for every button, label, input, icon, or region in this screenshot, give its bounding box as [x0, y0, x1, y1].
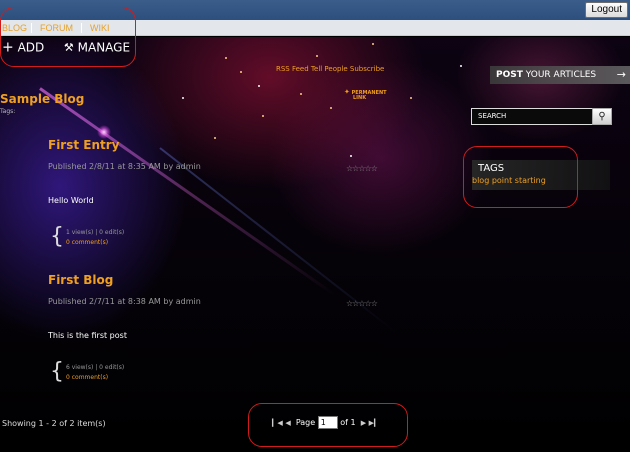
blog-tags-label: Tags: — [0, 108, 16, 115]
rating-stars[interactable]: ☆☆☆☆☆ — [346, 299, 378, 308]
rss-feed-link[interactable]: RSS Feed — [276, 65, 309, 73]
entry-meta: Published 2/8/11 at 8:35 AM by admin — [48, 162, 201, 171]
tell-people-link[interactable]: Tell People — [311, 65, 348, 73]
permanent-link[interactable]: ✦ PERMANENT LINK — [344, 89, 387, 101]
entry-stats: 6 view(s) | 0 edit(s) — [66, 364, 125, 371]
post-label-bold: POST — [496, 70, 523, 80]
background-flare — [97, 125, 111, 139]
background-star — [350, 155, 352, 157]
brace-icon: { — [50, 224, 64, 249]
entry-comments-link[interactable]: 0 comment(s) — [66, 239, 108, 246]
magnifier-icon: ⚲ — [598, 111, 606, 122]
entry-title[interactable]: First Entry — [48, 138, 120, 152]
background-star — [330, 107, 332, 109]
rating-stars[interactable]: ☆☆☆☆☆ — [346, 164, 378, 173]
entry-comments-link[interactable]: 0 comment(s) — [66, 374, 108, 381]
background-star — [262, 115, 264, 117]
annotation-outline — [463, 146, 578, 208]
annotation-outline — [0, 7, 136, 67]
entry-body: Hello World — [48, 196, 94, 205]
background-star — [182, 97, 184, 99]
background-star — [225, 57, 227, 59]
logout-button[interactable]: Logout — [585, 2, 628, 18]
background-star — [410, 97, 412, 99]
item-count: Showing 1 - 2 of 2 item(s) — [2, 419, 106, 428]
entry-stats: 1 view(s) | 0 edit(s) — [66, 229, 125, 236]
post-label-rest: YOUR ARTICLES — [525, 70, 597, 80]
background-star — [300, 93, 302, 95]
post-articles-button[interactable]: POST YOUR ARTICLES → — [490, 66, 630, 84]
annotation-outline — [248, 403, 408, 447]
background-star — [316, 55, 318, 57]
arrow-right-icon: → — [616, 68, 626, 81]
brace-icon: { — [50, 359, 64, 384]
background-star — [258, 85, 260, 87]
blog-title[interactable]: Sample Blog — [0, 92, 84, 106]
background-star — [240, 71, 242, 73]
search-input[interactable]: SEARCH — [471, 108, 612, 125]
entry-meta: Published 2/7/11 at 8:38 AM by admin — [48, 297, 201, 306]
background-star — [372, 43, 374, 45]
entry-title[interactable]: First Blog — [48, 273, 113, 287]
header-links: RSS Feed Tell People Subscribe — [276, 65, 384, 73]
background-light-beam — [39, 87, 336, 297]
subscribe-link[interactable]: Subscribe — [350, 65, 384, 73]
search-button[interactable]: ⚲ — [592, 108, 612, 125]
background-star — [214, 137, 216, 139]
entry-body: This is the first post — [48, 331, 127, 340]
background-star — [460, 65, 462, 67]
permalink-line2: LINK — [353, 95, 367, 101]
